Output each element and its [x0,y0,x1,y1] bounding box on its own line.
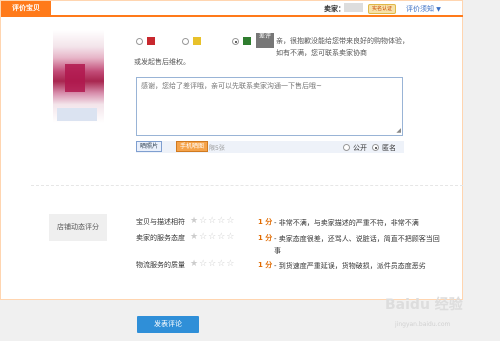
upload-photo-button[interactable]: 晒照片 [136,141,163,152]
dsr-score: 1 分 [258,234,273,242]
rating-radio-bad[interactable] [232,38,239,45]
public-option[interactable]: 公开 [343,143,367,153]
verified-badge: 实名认证 [368,4,396,14]
star-icon: ☆ [217,259,227,269]
dsr-desc: - 到货速度严重延误，货物破损，派件员态度恶劣 [274,262,426,270]
bad-rating-tip: 亲，很抱歉没能给您带来良好的购物体验，如有不满，您可联系卖家协商 [276,37,409,57]
star-rating[interactable]: ★☆☆☆☆ [190,216,235,226]
chevron-down-icon: ▼ [436,6,441,13]
rating-radio-good[interactable] [136,38,143,45]
star-icon: ☆ [226,259,236,269]
review-notice-link[interactable]: 评价须知 ▼ [406,4,441,14]
comment-box: ◢ [136,77,403,136]
resize-handle-icon[interactable]: ◢ [396,127,401,134]
mid-face-icon [193,37,201,45]
review-panel: 评价宝贝 卖家： 实名认证 评价须知 ▼ 差评 亲，很抱歉没能给您带来良好的购物… [0,0,463,300]
top-bar: 评价宝贝 卖家： 实名认证 评价须知 ▼ [1,1,463,17]
star-icon: ★ [190,216,200,226]
star-icon: ★ [190,232,200,242]
star-icon: ★ [190,259,200,269]
comment-textarea[interactable] [137,78,402,135]
star-rating[interactable]: ★☆☆☆☆ [190,232,235,242]
submit-review-button[interactable]: 发表评论 [137,316,199,333]
seller-name-blurred [344,3,363,12]
dsr-desc: - 卖家态度很差，还骂人、说脏话，简直不把顾客当回事 [274,235,440,255]
star-icon: ☆ [226,232,236,242]
product-image[interactable] [53,30,104,123]
tab-review-item[interactable]: 评价宝贝 [1,1,51,15]
public-label: 公开 [353,144,367,152]
anonymous-radio[interactable] [372,144,379,151]
star-icon: ☆ [199,259,209,269]
mobile-photo-button[interactable]: 手机晒图 [176,141,209,152]
star-icon: ☆ [226,216,236,226]
dsr-score: 1 分 [258,261,273,269]
dsr-desc: - 非常不满，与卖家描述的严重不符，非常不满 [274,219,419,227]
bad-rating-tip-cont: 或发起售后维权。 [134,58,190,66]
bad-rating-tag: 差评 [256,33,274,48]
seller-label: 卖家： [324,5,345,13]
upload-bar: 晒照片 手机晒图 限5张 公开 匿名 [136,141,404,153]
star-icon: ☆ [208,216,218,226]
star-icon: ☆ [208,232,218,242]
star-icon: ☆ [217,232,227,242]
good-face-icon [147,37,155,45]
star-icon: ☆ [199,232,209,242]
dsr-name: 卖家的服务态度 [136,234,185,242]
anonymous-label: 匿名 [382,144,396,152]
watermark-url: jingyan.baidu.com [395,321,451,328]
dsr-name: 物流服务的质量 [136,261,185,269]
star-icon: ☆ [199,216,209,226]
bad-face-icon [243,37,251,45]
watermark-logo: Baidu 经验 [385,297,463,313]
star-icon: ☆ [208,259,218,269]
photo-limit-text: 限5张 [209,145,225,152]
star-rating[interactable]: ★☆☆☆☆ [190,259,235,269]
section-divider [31,185,463,186]
dsr-score: 1 分 [258,218,273,226]
anonymous-option[interactable]: 匿名 [372,143,396,153]
dsr-name: 宝贝与描述相符 [136,218,185,226]
public-radio[interactable] [343,144,350,151]
star-icon: ☆ [217,216,227,226]
rating-radio-mid[interactable] [182,38,189,45]
shop-rating-label: 店铺动态评分 [49,214,107,241]
